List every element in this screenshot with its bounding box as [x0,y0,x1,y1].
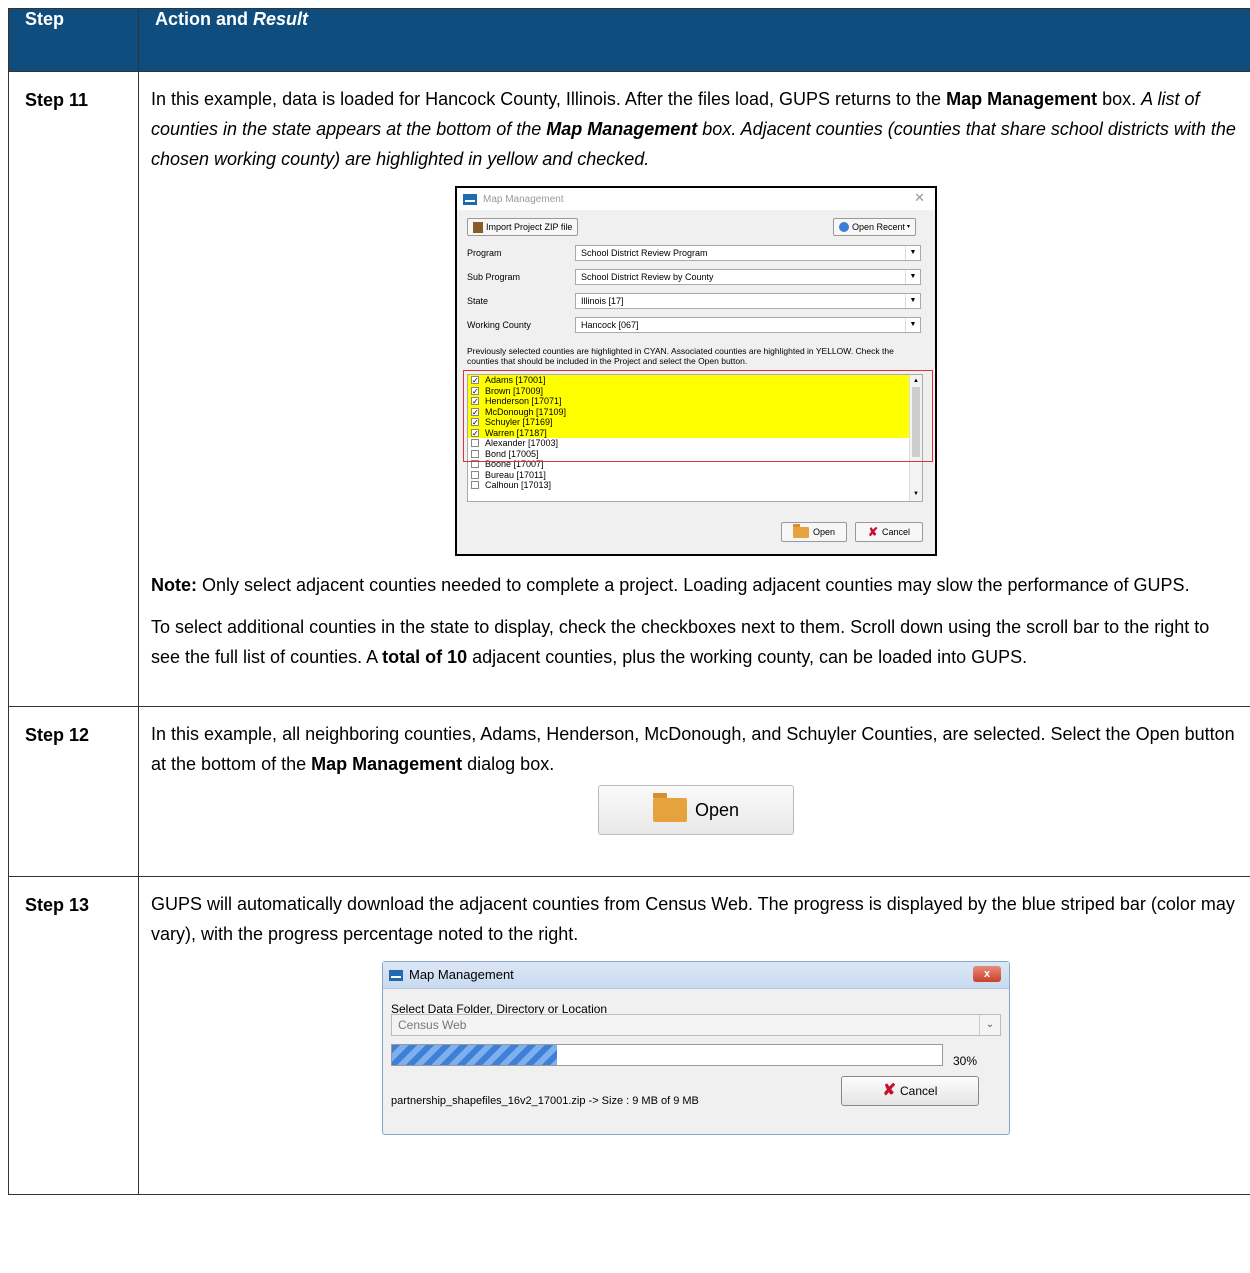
cancel-button[interactable]: ✘ Cancel [841,1076,979,1106]
import-icon [473,221,483,233]
paragraph: In this example, data is loaded for Hanc… [151,89,1236,169]
chevron-down-icon: ▼ [905,294,920,308]
county-checkbox[interactable] [471,470,479,479]
step-label-cell: Step 13 [8,876,139,1195]
list-item[interactable]: Calhoun [17013] [468,480,911,491]
paragraph: In this example, all neighboring countie… [151,724,1235,774]
folder-icon [792,523,809,538]
header-step: Step [8,8,139,72]
subprogram-select[interactable]: School District Review by County ▼ [575,269,921,285]
location-select[interactable]: Census Web ⌄ [391,1014,1001,1036]
open-button-large[interactable]: Open [598,785,794,835]
download-progress-dialog: Map Management x Select Data Folder, Dir… [382,961,1010,1135]
state-select[interactable]: Illinois [17] ▼ [575,293,921,309]
steps-table: Step Action and Result Step 11 In this e… [8,8,1250,1195]
close-button[interactable]: x [973,966,1001,982]
open-button[interactable]: Open [781,522,847,542]
program-label: Program [467,248,502,258]
table-row: Step 13 GUPS will automatically download… [8,876,1250,1195]
table-header-row: Step Action and Result [8,8,1250,72]
paragraph: GUPS will automatically download the adj… [151,894,1235,944]
globe-icon [839,222,849,232]
import-project-zip-button[interactable]: Import Project ZIP file [467,218,579,236]
document-page: Step Action and Result Step 11 In this e… [8,8,1250,1195]
chevron-down-icon: ▼ [905,246,920,260]
selection-hint: Previously selected counties are highlig… [467,346,894,366]
folder-icon [652,793,687,822]
gups-app-icon [389,969,403,981]
file-status-text: partnership_shapefiles_16v2_17001.zip ->… [391,1095,699,1107]
program-select[interactable]: School District Review Program ▼ [575,245,921,261]
chevron-down-icon: ▼ [905,270,920,284]
header-action: Action and Result [138,8,1250,72]
paragraph: To select additional counties in the sta… [151,617,1210,667]
dropdown-arrow-icon: ▾ [907,223,911,230]
highlight-annotation-box [463,370,933,462]
chevron-down-icon: ⌄ [979,1015,1000,1035]
action-cell: GUPS will automatically download the adj… [138,876,1250,1195]
action-cell: In this example, all neighboring countie… [138,706,1250,877]
table-row: Step 12 In this example, all neighboring… [8,706,1250,877]
close-icon[interactable]: ✕ [914,191,925,204]
progress-percent: 30% [953,1054,978,1068]
open-recent-button[interactable]: Open Recent ▾ [833,218,917,236]
step-label-cell: Step 11 [8,71,139,707]
dialog-titlebar: Map Management [383,962,1009,989]
working-county-select[interactable]: Hancock [067] ▼ [575,317,921,333]
chevron-down-icon: ▼ [905,318,920,332]
note-paragraph: Note: Only select adjacent counties need… [151,575,1190,595]
subprogram-label: Sub Program [467,272,521,282]
table-row: Step 11 In this example, data is loaded … [8,71,1250,707]
dialog-titlebar: Map Management [457,188,935,210]
scroll-down-icon[interactable]: ▼ [910,489,922,500]
action-cell: In this example, data is loaded for Hanc… [138,71,1250,707]
county-name: Calhoun [17013] [485,480,552,491]
county-checkbox[interactable] [471,481,479,490]
download-progress-bar [391,1044,943,1066]
progress-fill [392,1045,557,1065]
gups-app-icon [463,193,477,205]
county-name: Bureau [17011] [485,469,546,480]
map-management-dialog: Map Management ✕ Import Project ZIP file… [455,186,937,556]
step-label-cell: Step 12 [8,706,139,877]
list-item[interactable]: Bureau [17011] [468,470,911,481]
cancel-button[interactable]: ✘ Cancel [855,522,923,542]
cancel-x-icon: ✘ [867,524,879,539]
working-county-label: Working County [467,320,531,330]
cancel-x-icon: ✘ [882,1082,897,1099]
state-label: State [467,296,489,306]
